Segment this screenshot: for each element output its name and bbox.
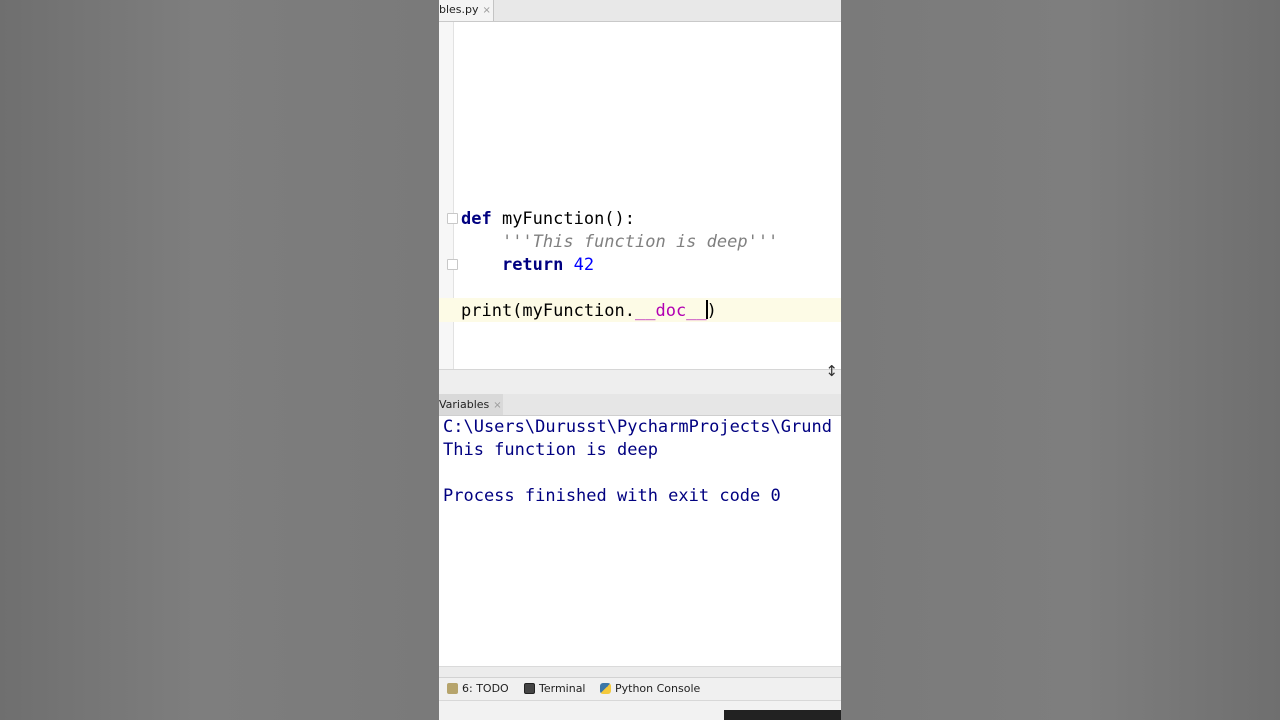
docstring: '''This function is deep''' [501,232,779,252]
tool-tab-todo[interactable]: 6: TODO [447,682,509,695]
blurred-background-right [841,0,1280,720]
code-editor[interactable]: def myFunction(): '''This function is de… [439,22,841,369]
keyword-return: return [501,255,564,275]
blurred-background-left [0,0,439,720]
panel-splitter[interactable]: ↕ [439,362,841,395]
todo-icon [447,683,458,694]
editor-tab[interactable]: bles.py × [439,0,494,21]
tool-tab-label: 6: TODO [462,682,509,695]
console-command-path: C:\Users\Durusst\PycharmProjects\Grund [443,417,832,437]
code-line-docstring: '''This function is deep''' [461,231,778,253]
tool-tab-python-console[interactable]: Python Console [600,682,700,695]
print-close-paren: ) [706,301,717,321]
fold-close-icon[interactable] [447,259,458,270]
status-corner [724,710,841,720]
tool-tab-label: Terminal [539,682,586,695]
code-line-def: def myFunction(): [461,208,635,230]
doc-attribute: __doc_ [635,301,697,321]
resize-icon[interactable]: ↕ [825,362,838,380]
horizontal-scrollbar[interactable] [439,666,841,677]
tool-tab-label: Python Console [615,682,701,695]
terminal-icon [524,683,535,694]
fold-open-icon[interactable] [447,213,458,224]
close-icon[interactable]: × [483,5,491,16]
tool-tab-terminal[interactable]: Terminal [524,682,586,695]
run-console[interactable]: C:\Users\Durusst\PycharmProjects\Grund T… [439,416,841,666]
run-tab[interactable]: Variables × [439,394,503,415]
run-tab-label: Variables [439,398,490,411]
print-call: print(myFunction. [461,301,635,321]
tool-window-bar: 6: TODO Terminal Python Console [439,677,841,700]
ide-window: bles.py × def myFunction(): '''This funct… [439,0,841,720]
return-value: 42 [563,255,595,275]
python-icon [600,683,611,694]
close-icon[interactable]: × [493,400,501,411]
console-exit-message: Process finished with exit code 0 [443,486,781,506]
editor-tab-label: bles.py [439,3,479,16]
editor-tab-bar: bles.py × [439,0,841,22]
run-tab-bar: Variables × [439,394,841,416]
function-signature: myFunction(): [491,209,636,229]
console-output-line: This function is deep [443,440,658,460]
keyword-def: def [461,209,492,229]
code-line-print: print(myFunction.__doc__) [461,300,717,322]
code-line-return: return 42 [461,254,594,276]
